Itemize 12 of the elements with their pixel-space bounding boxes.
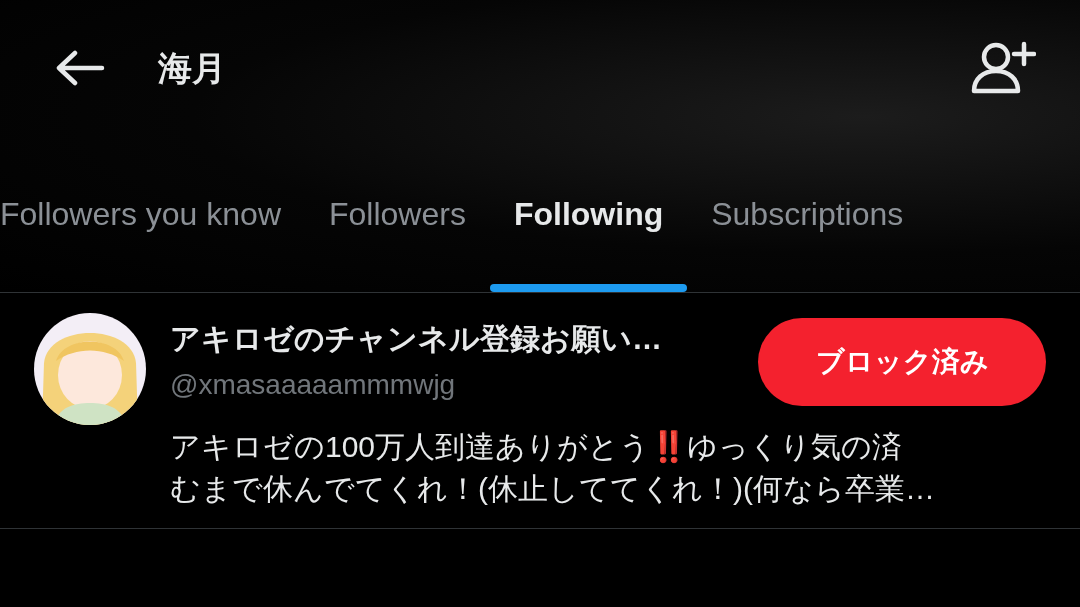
user-name[interactable]: アキロゼのチャンネル登録お願い… xyxy=(170,319,758,359)
blocked-button[interactable]: ブロック済み xyxy=(758,318,1046,406)
bio-text: むまで休んでてくれ！(休止しててくれ！)(何なら卒業… xyxy=(170,471,936,507)
tab[interactable]: Subscriptions xyxy=(687,136,928,292)
back-arrow-icon[interactable] xyxy=(55,50,105,86)
tab[interactable]: Followers you know xyxy=(0,136,305,292)
tab[interactable]: Following xyxy=(489,136,688,292)
add-person-icon[interactable] xyxy=(970,40,1036,94)
page-title: 海月 xyxy=(158,48,226,89)
bio-text: アキロゼの100万人到達ありがとう‼ゆっくり気の済 xyxy=(170,429,904,465)
user-handle: @xmasaaaaammmwjg xyxy=(170,368,457,402)
tab[interactable]: Followers xyxy=(305,136,490,292)
